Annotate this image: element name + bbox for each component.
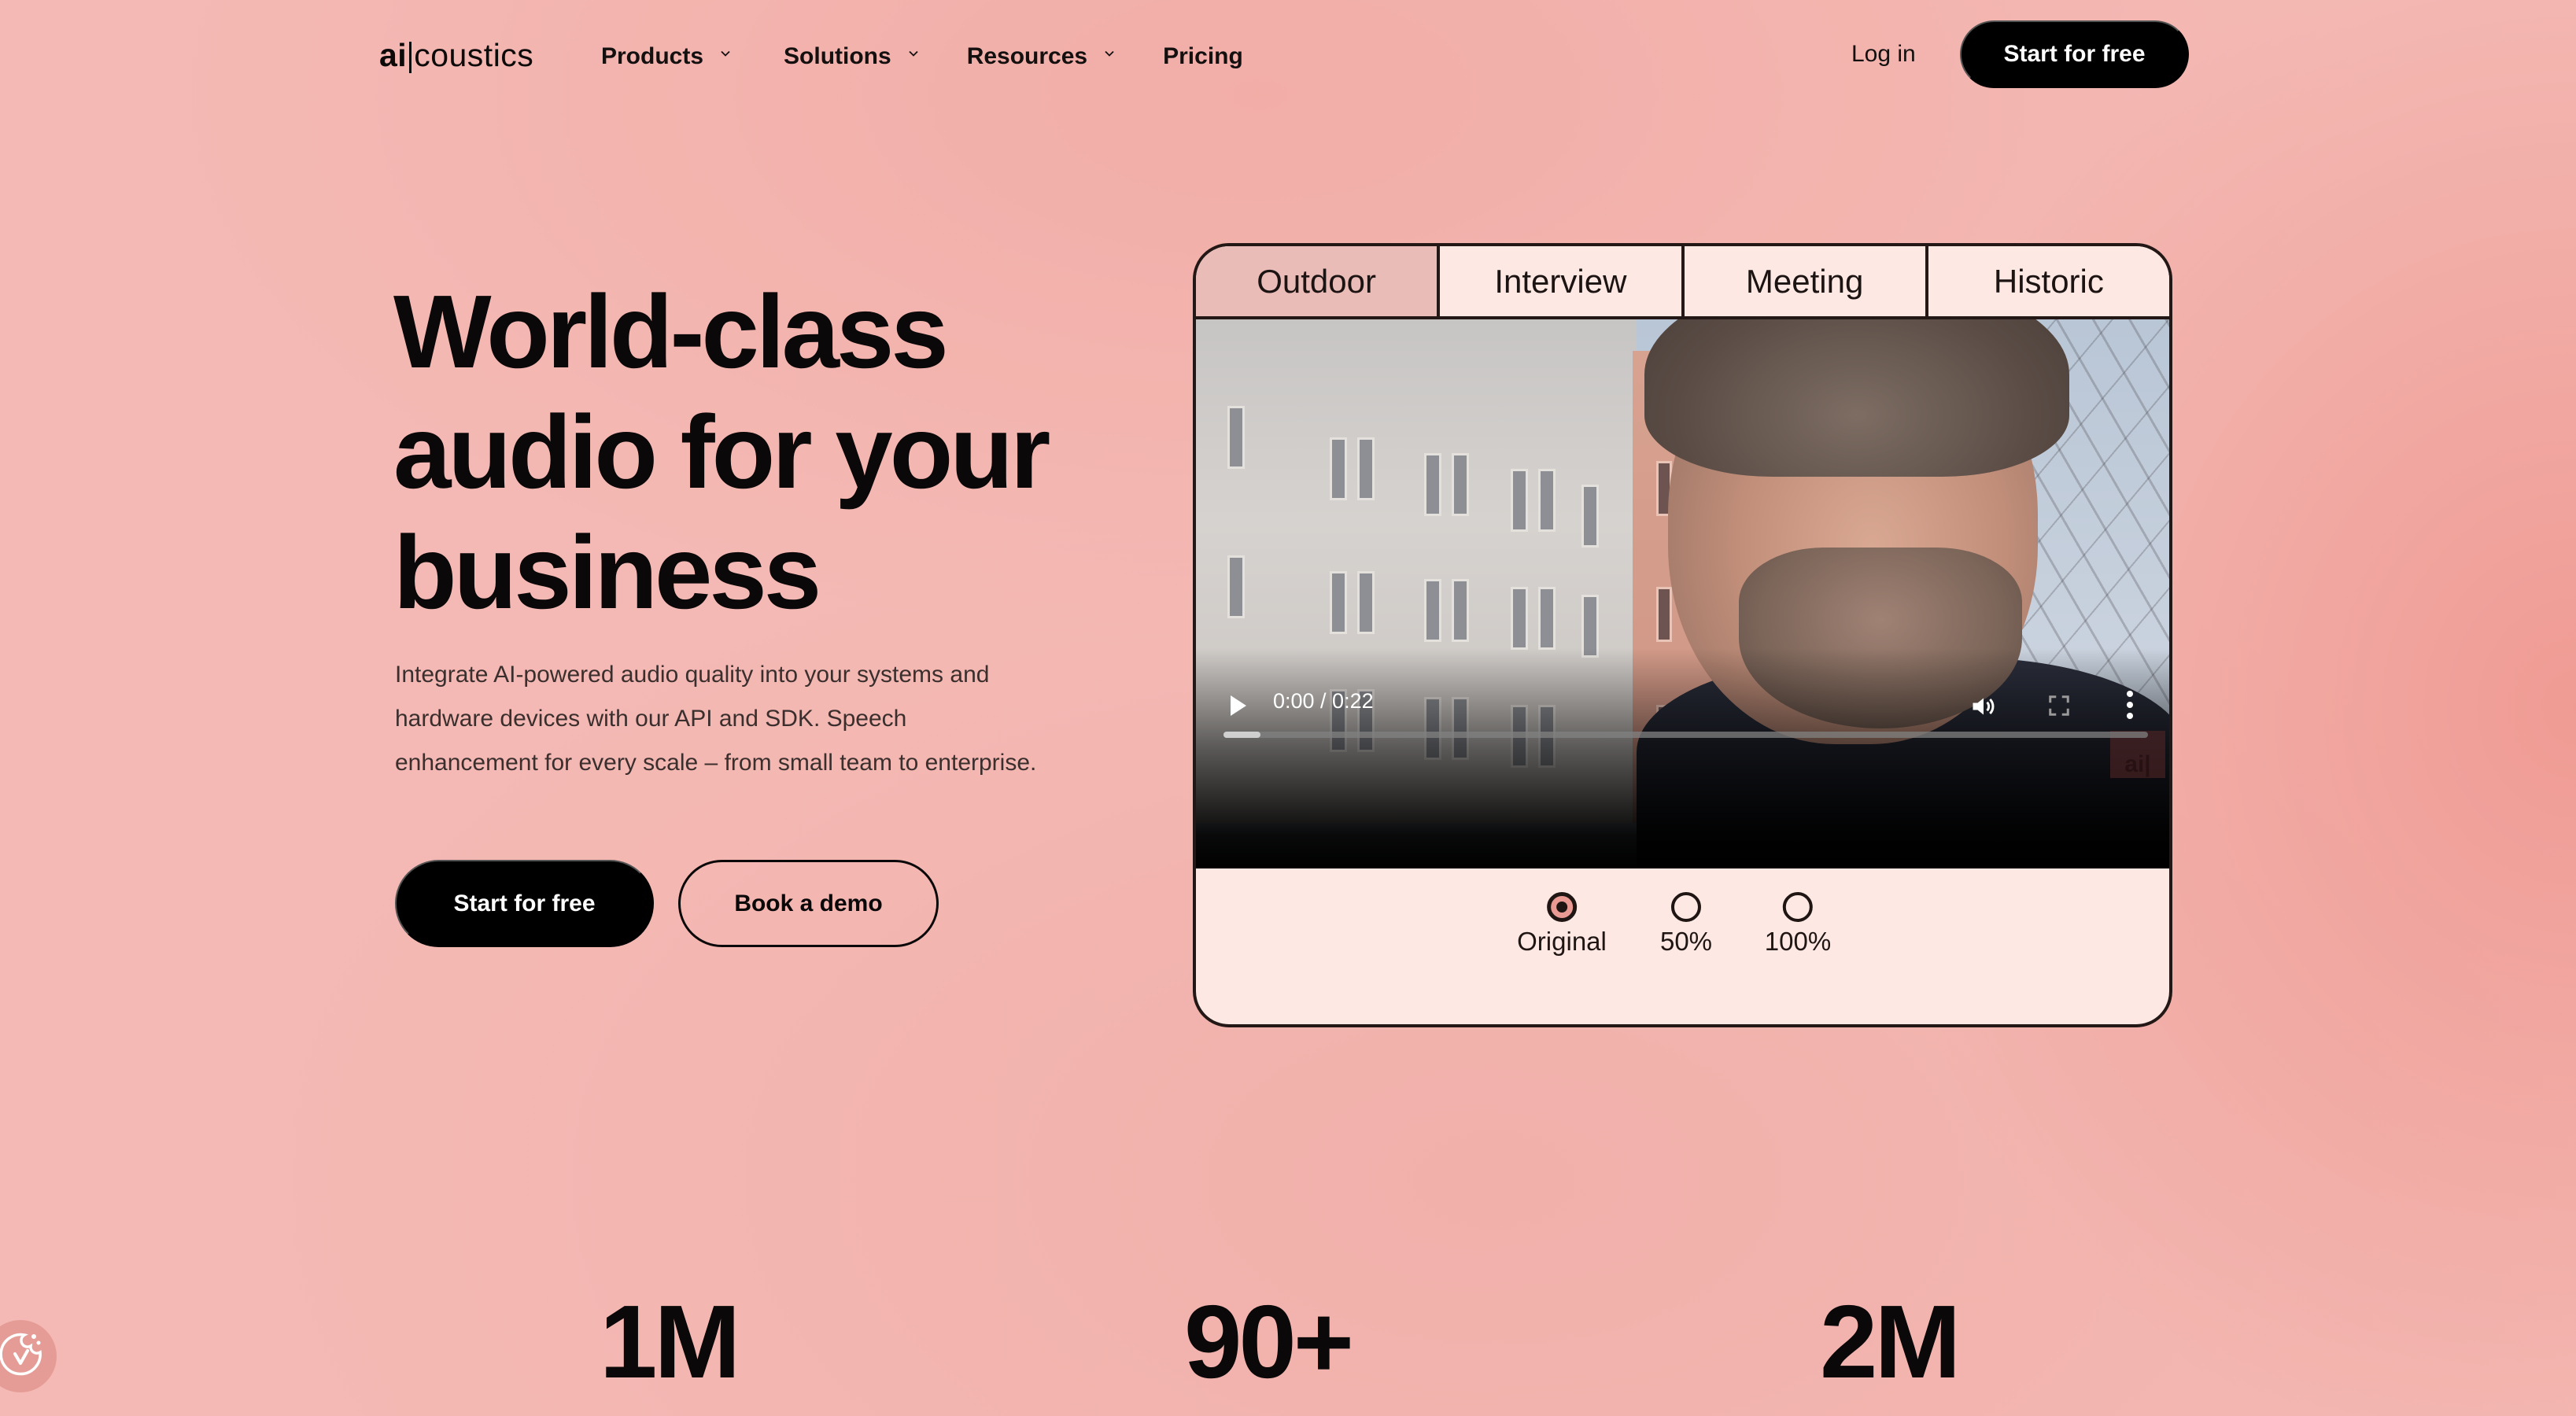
logo-ai: ai bbox=[379, 36, 408, 73]
stat-value: 1M bbox=[600, 1284, 740, 1399]
video-time: 0:00 / 0:22 bbox=[1273, 689, 1374, 713]
nav-products[interactable]: Products bbox=[601, 43, 730, 70]
book-demo-button[interactable]: Book a demo bbox=[678, 860, 939, 947]
chevron-down-icon bbox=[1105, 49, 1114, 58]
radio-50-percent[interactable]: 50% bbox=[1660, 892, 1712, 957]
tab-outdoor[interactable]: Outdoor bbox=[1196, 246, 1441, 316]
nav-pricing[interactable]: Pricing bbox=[1163, 43, 1243, 70]
video-controls-gradient bbox=[1196, 648, 2169, 868]
video-frame bbox=[1196, 319, 2169, 868]
more-options-icon[interactable] bbox=[2124, 689, 2135, 721]
logo-coustics: coustics bbox=[414, 36, 534, 73]
audio-demo-card: Outdoor Interview Meeting Historic ai| 0… bbox=[1193, 243, 2172, 1027]
radio-original[interactable]: Original bbox=[1517, 892, 1607, 957]
scenario-tabs: Outdoor Interview Meeting Historic bbox=[1196, 246, 2169, 319]
radio-label: 50% bbox=[1659, 927, 1713, 956]
hero-title-line: business bbox=[393, 514, 821, 630]
video-progress-buffered bbox=[1223, 732, 1260, 738]
stat-value: 2M bbox=[1820, 1284, 1961, 1399]
radio-button[interactable] bbox=[1547, 892, 1577, 922]
nav-resources-label: Resources bbox=[966, 43, 1088, 69]
hero-title-line: audio for your bbox=[393, 394, 1050, 510]
nav-pricing-label: Pricing bbox=[1163, 43, 1243, 69]
tab-meeting[interactable]: Meeting bbox=[1684, 246, 1928, 316]
nav-resources[interactable]: Resources bbox=[967, 43, 1114, 70]
main-nav: Products Solutions Resources Pricing bbox=[601, 35, 1295, 79]
fullscreen-icon[interactable] bbox=[2047, 694, 2071, 717]
tab-historic[interactable]: Historic bbox=[1928, 246, 2169, 316]
video-player[interactable]: ai| 0:00 / 0:22 bbox=[1196, 319, 2169, 868]
watermark-logo: ai| bbox=[2110, 731, 2165, 778]
radio-label: Original bbox=[1517, 927, 1607, 956]
tab-interview[interactable]: Interview bbox=[1440, 246, 1685, 316]
stat-value: 90+ bbox=[1184, 1284, 1354, 1399]
radio-button[interactable] bbox=[1671, 892, 1701, 922]
volume-icon[interactable] bbox=[1969, 692, 1998, 721]
logo-divider bbox=[409, 42, 412, 73]
nav-solutions[interactable]: Solutions bbox=[784, 43, 918, 70]
hero-title: World-class audio for your business bbox=[393, 271, 1102, 632]
start-free-button[interactable]: Start for free bbox=[395, 860, 654, 947]
nav-products-label: Products bbox=[601, 43, 704, 69]
hero-title-line: World-class bbox=[393, 274, 949, 389]
play-icon[interactable] bbox=[1231, 695, 1246, 716]
video-progress-bar[interactable] bbox=[1223, 732, 2148, 738]
chevron-down-icon bbox=[909, 49, 918, 58]
hero-subtitle: Integrate AI-powered audio quality into … bbox=[395, 662, 1037, 776]
enhancement-level-selector: Original 50% 100% bbox=[1196, 868, 2169, 1024]
nav-solutions-label: Solutions bbox=[784, 43, 891, 69]
radio-button[interactable] bbox=[1783, 892, 1813, 922]
logo[interactable]: ai coustics bbox=[379, 31, 533, 79]
cookie-check-icon bbox=[0, 1329, 46, 1385]
video-person-hair bbox=[1644, 319, 2069, 477]
radio-label: 100% bbox=[1764, 927, 1832, 956]
login-link[interactable]: Log in bbox=[1851, 35, 1916, 74]
header-start-free-button[interactable]: Start for free bbox=[1960, 20, 2189, 88]
radio-100-percent[interactable]: 100% bbox=[1765, 892, 1831, 957]
cookie-settings-button[interactable] bbox=[0, 1320, 57, 1392]
chevron-down-icon bbox=[721, 49, 730, 58]
